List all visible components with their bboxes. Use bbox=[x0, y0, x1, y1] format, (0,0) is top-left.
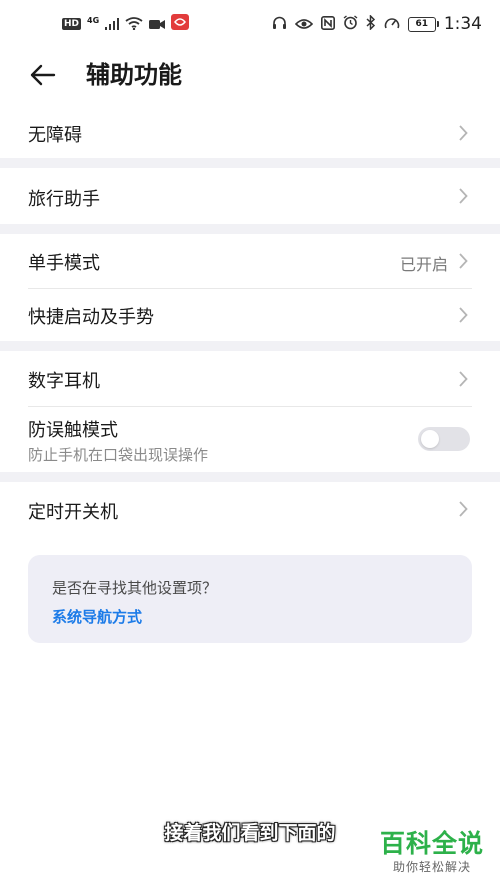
page-title: 辅助功能 bbox=[86, 61, 182, 89]
video-camera-icon bbox=[149, 15, 166, 34]
group-separator bbox=[0, 158, 500, 168]
item-shortcuts-gestures[interactable]: 快捷启动及手势 bbox=[0, 289, 500, 341]
status-right: 61 1:34 bbox=[272, 13, 482, 34]
item-travel-assistant[interactable]: 旅行助手 bbox=[0, 168, 500, 224]
app-notification-icon bbox=[171, 14, 190, 34]
item-label: 快捷启动及手势 bbox=[28, 307, 154, 328]
item-label: 旅行助手 bbox=[28, 189, 100, 210]
chevron-right-icon bbox=[459, 501, 468, 517]
data-speed-icon bbox=[384, 15, 400, 34]
item-digital-earphones[interactable]: 数字耳机 bbox=[0, 351, 500, 406]
chevron-right-icon bbox=[459, 307, 468, 323]
battery-icon: 61 bbox=[407, 16, 439, 32]
item-label: 防误触模式 bbox=[28, 420, 118, 441]
chevron-right-icon bbox=[459, 188, 468, 204]
chevron-right-icon bbox=[459, 125, 468, 141]
clock-time: 1:34 bbox=[443, 14, 482, 34]
network-type-badge: 4G bbox=[87, 15, 100, 25]
item-label: 单手模式 bbox=[28, 253, 100, 274]
headphones-icon bbox=[272, 15, 287, 34]
toggle-knob bbox=[421, 430, 439, 448]
accidental-touch-toggle[interactable] bbox=[418, 427, 470, 451]
group-separator bbox=[0, 224, 500, 234]
item-one-handed-mode[interactable]: 单手模式 已开启 bbox=[0, 234, 500, 288]
watermark-logo: 百科全说 助你轻松解决 bbox=[380, 830, 484, 875]
item-status-value: 已开启 bbox=[399, 255, 448, 274]
group-separator bbox=[0, 472, 500, 482]
suggestion-card: 是否在寻找其他设置项？ 系统导航方式 bbox=[28, 555, 472, 643]
item-accidental-touch-mode: 防误触模式 防止手机在口袋出现误操作 bbox=[0, 407, 500, 472]
system-navigation-link[interactable]: 系统导航方式 bbox=[52, 606, 142, 627]
chevron-right-icon bbox=[459, 371, 468, 387]
watermark-title: 百科全说 bbox=[379, 829, 484, 858]
chevron-right-icon bbox=[459, 253, 468, 269]
alarm-icon bbox=[343, 14, 358, 34]
bluetooth-icon bbox=[366, 13, 376, 34]
status-bar: HD 4G 61 1:34 bbox=[0, 0, 500, 50]
item-label: 定时开关机 bbox=[28, 502, 118, 523]
hd-badge: HD bbox=[62, 18, 82, 30]
item-accessibility[interactable]: 无障碍 bbox=[0, 108, 500, 158]
item-sublabel: 防止手机在口袋出现误操作 bbox=[28, 446, 209, 464]
item-label: 无障碍 bbox=[28, 125, 82, 146]
group-separator bbox=[0, 341, 500, 351]
wifi-icon bbox=[125, 15, 143, 34]
subtitle-text: 接着我们看到下面的 bbox=[164, 822, 336, 844]
eye-comfort-icon bbox=[294, 15, 313, 34]
item-label: 数字耳机 bbox=[28, 371, 100, 392]
header: 辅助功能 bbox=[0, 50, 500, 100]
watermark-subtitle: 助你轻松解决 bbox=[392, 860, 471, 874]
suggestion-question: 是否在寻找其他设置项？ bbox=[52, 579, 218, 597]
status-left: HD 4G bbox=[62, 14, 190, 34]
back-arrow-icon[interactable] bbox=[28, 60, 58, 90]
nfc-icon bbox=[320, 15, 335, 34]
signal-icon bbox=[105, 15, 120, 34]
item-scheduled-power[interactable]: 定时开关机 bbox=[0, 482, 500, 537]
